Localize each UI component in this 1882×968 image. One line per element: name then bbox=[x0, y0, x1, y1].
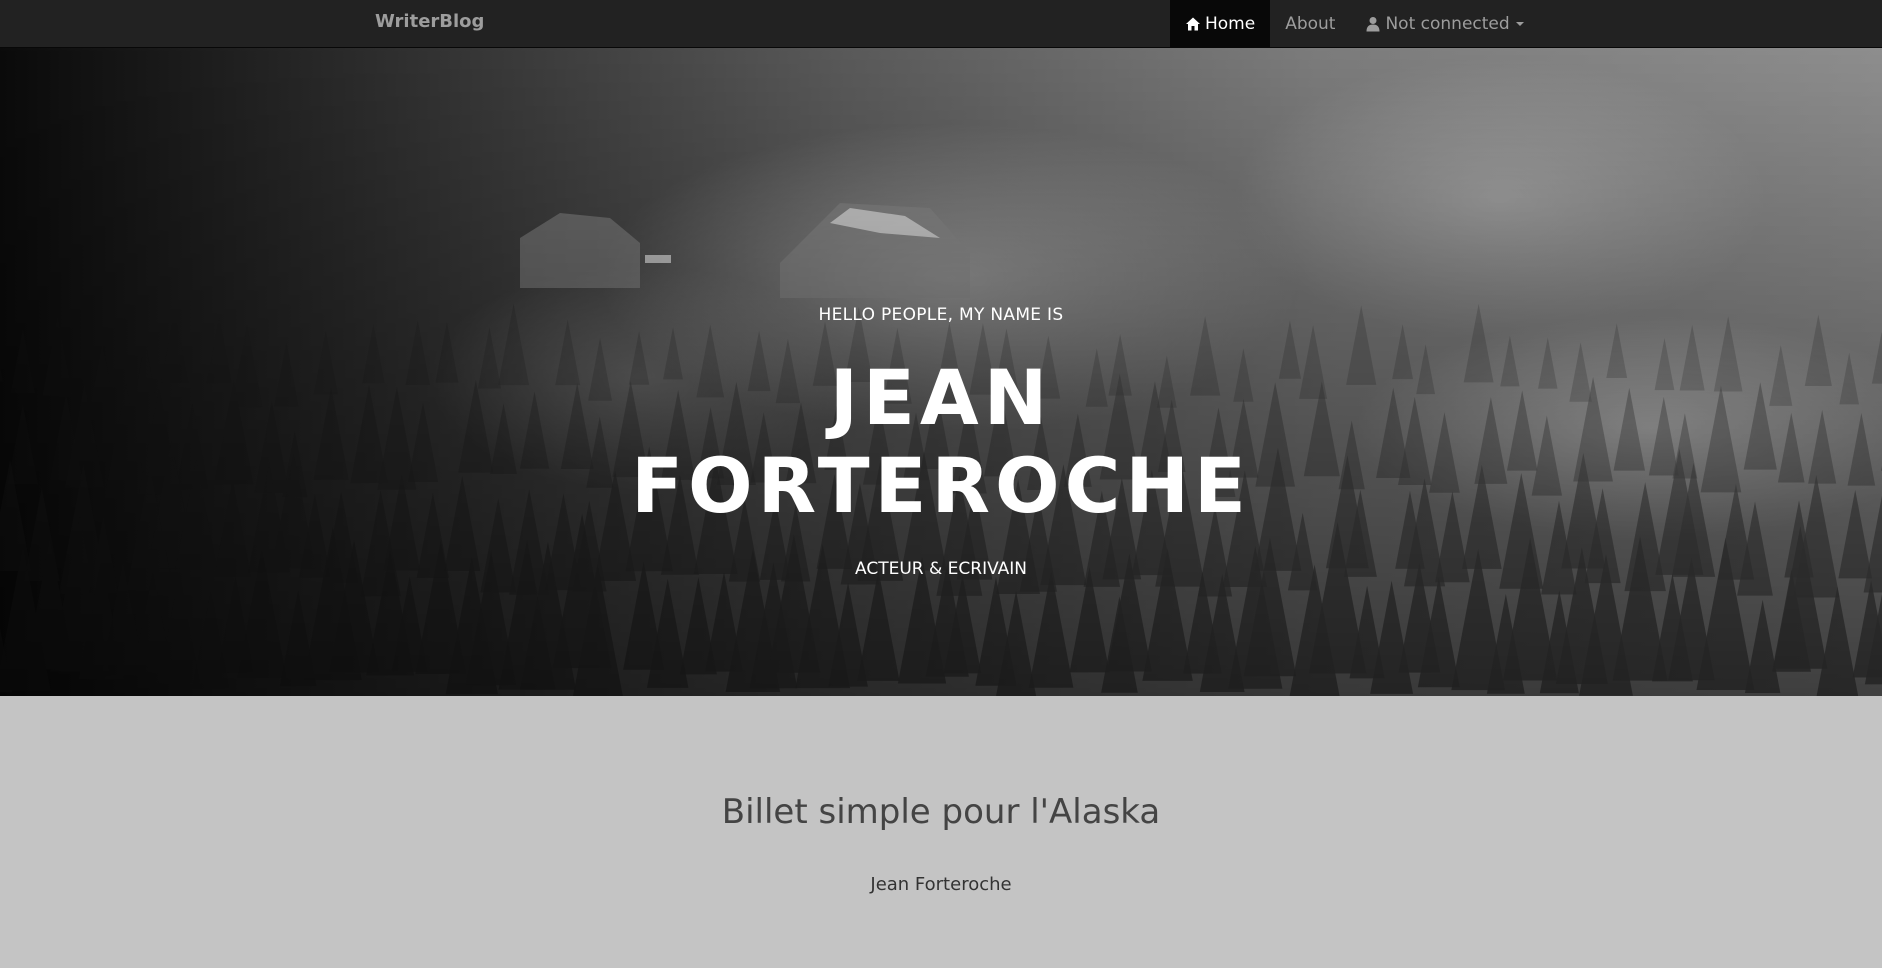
nav-account-dropdown[interactable]: Not connected bbox=[1350, 0, 1538, 47]
hero-intro: HELLO PEOPLE, MY NAME IS bbox=[818, 305, 1064, 325]
home-icon bbox=[1186, 17, 1200, 30]
chevron-down-icon bbox=[1515, 21, 1524, 26]
nav-about[interactable]: About bbox=[1270, 0, 1350, 47]
book-author: Jean Forteroche bbox=[870, 874, 1012, 895]
nav-home-label: Home bbox=[1205, 13, 1256, 34]
author-name-first: JEAN bbox=[829, 353, 1053, 442]
user-icon bbox=[1366, 16, 1380, 31]
nav-home[interactable]: Home bbox=[1170, 0, 1271, 47]
hero-subtitle: ACTEUR & ECRIVAIN bbox=[855, 559, 1027, 579]
hero-banner: HELLO PEOPLE, MY NAME IS JEAN FORTEROCHE… bbox=[0, 48, 1882, 696]
top-navbar: WriterBlog Home About Not connected bbox=[0, 0, 1882, 48]
nav-account-label: Not connected bbox=[1385, 13, 1510, 34]
author-name-last: FORTEROCHE bbox=[631, 441, 1251, 530]
brand-link[interactable]: WriterBlog bbox=[375, 0, 484, 47]
main-content: Billet simple pour l'Alaska Jean Fortero… bbox=[0, 696, 1882, 968]
nav-about-label: About bbox=[1285, 13, 1336, 34]
book-title[interactable]: Billet simple pour l'Alaska bbox=[0, 792, 1882, 832]
nav-menu: Home About Not connected bbox=[1170, 0, 1539, 47]
author-name-heading: JEAN FORTEROCHE bbox=[0, 354, 1882, 530]
